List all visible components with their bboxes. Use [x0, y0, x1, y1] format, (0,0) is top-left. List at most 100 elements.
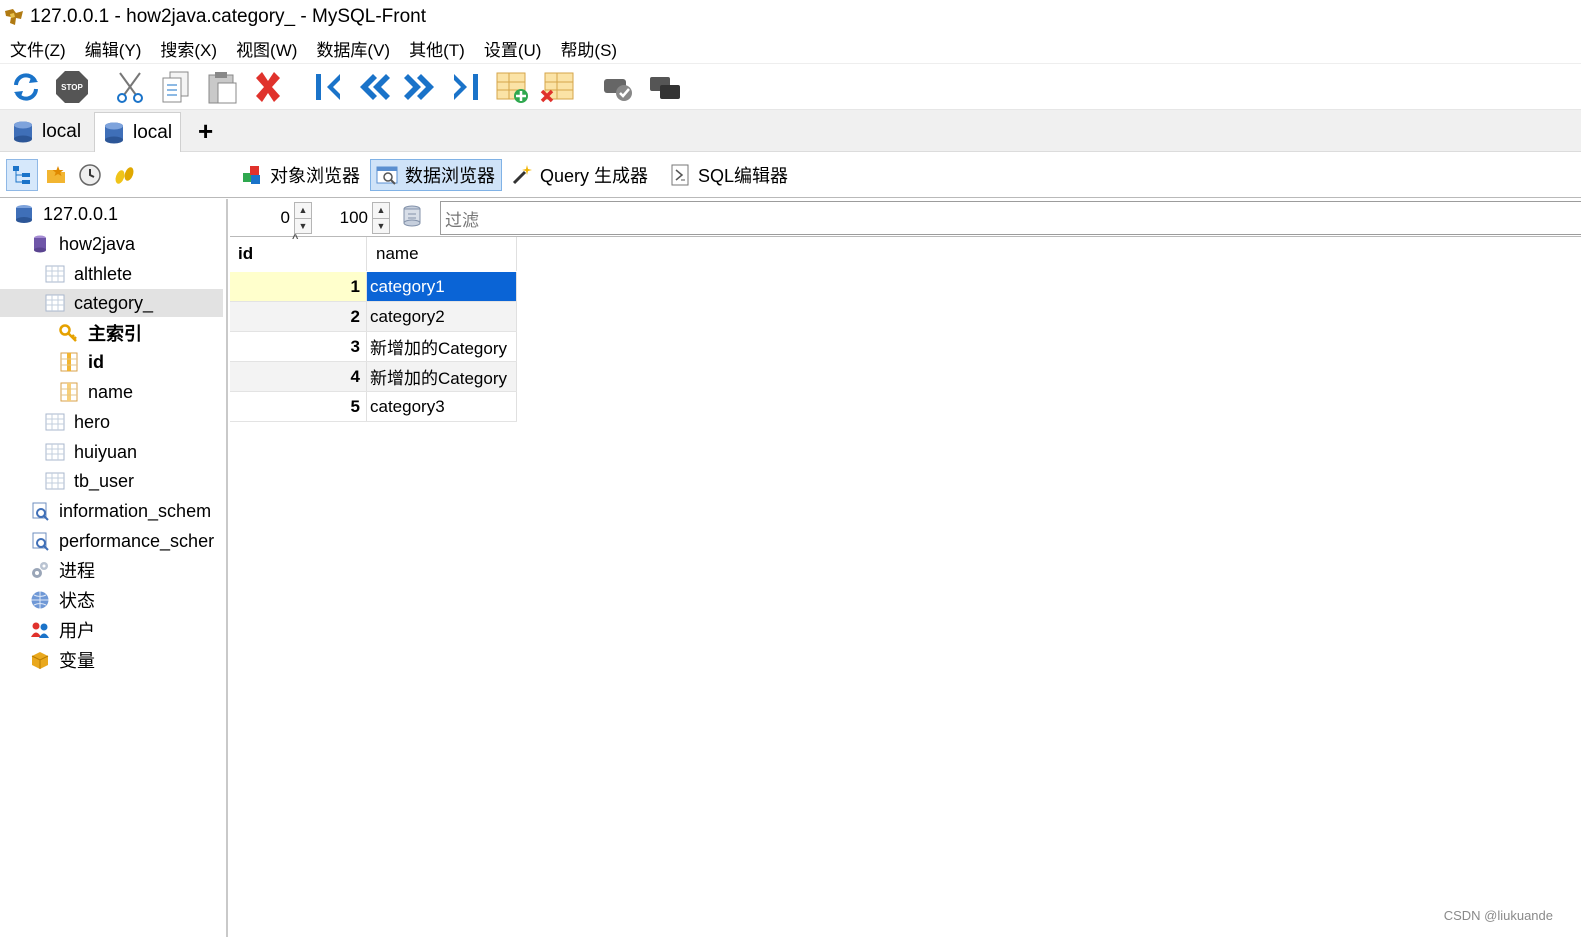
- history-button[interactable]: [74, 159, 106, 191]
- tree-node-label: 127.0.0.1: [43, 203, 119, 224]
- delete-row-button[interactable]: [538, 67, 578, 107]
- cut-button[interactable]: [110, 67, 150, 107]
- tree-node-primary-index[interactable]: 主索引: [59, 319, 142, 347]
- column-header-name[interactable]: name: [367, 237, 517, 271]
- delete-icon: [256, 71, 280, 102]
- cell-name[interactable]: 新增加的Category: [367, 332, 517, 361]
- tree-node-label: althlete: [74, 263, 133, 284]
- paste-button[interactable]: [202, 67, 242, 107]
- table-row[interactable]: 5 category3: [230, 392, 517, 422]
- data-browser-button[interactable]: 数据浏览器: [370, 159, 502, 191]
- table-icon: [45, 413, 65, 431]
- table-row[interactable]: 2 category2: [230, 302, 517, 332]
- tree-node-label: name: [88, 381, 134, 402]
- object-browser-button[interactable]: 对象浏览器: [236, 159, 366, 191]
- tree-node-performance-schema[interactable]: performance_scher: [30, 527, 214, 555]
- stop-button[interactable]: STOP: [52, 67, 92, 107]
- explorer-button[interactable]: [108, 159, 140, 191]
- query-builder-button[interactable]: Query 生成器: [506, 159, 654, 191]
- offset-arrows[interactable]: ▲ ▼: [294, 202, 312, 234]
- tree-node-label: information_schem: [59, 500, 212, 521]
- tree-node-host[interactable]: 127.0.0.1: [14, 200, 118, 228]
- last-record-button[interactable]: [446, 67, 486, 107]
- table-row[interactable]: 4 新增加的Category: [230, 362, 517, 392]
- tab-local-1[interactable]: local: [4, 112, 89, 152]
- tree-node-status[interactable]: 状态: [30, 586, 95, 614]
- tree-node-users[interactable]: 用户: [30, 616, 95, 644]
- limit-spinner[interactable]: 100 ▲ ▼: [316, 201, 390, 235]
- data-browser-label: 数据浏览器: [405, 166, 495, 186]
- first-record-icon: [316, 73, 340, 100]
- database-icon: [105, 122, 123, 143]
- filter-input[interactable]: 过滤: [440, 201, 1581, 235]
- tree-node-information-schema[interactable]: information_schem: [30, 497, 211, 525]
- table-icon: [45, 472, 65, 490]
- table-row[interactable]: 3 新增加的Category: [230, 332, 517, 362]
- spin-up-icon[interactable]: ▲: [373, 203, 389, 218]
- tree-node-label: how2java: [59, 233, 136, 254]
- post-icon: [604, 78, 632, 101]
- cell-id[interactable]: 2: [230, 302, 367, 331]
- spin-down-icon[interactable]: ▼: [295, 217, 311, 233]
- sql-editor-button[interactable]: SQL编辑器: [664, 159, 794, 191]
- table-row[interactable]: 1 category1: [230, 272, 517, 302]
- tree-node-processes[interactable]: 进程: [30, 556, 95, 584]
- offset-value[interactable]: 0: [230, 203, 294, 233]
- tree-node-table-category[interactable]: category_: [0, 289, 223, 317]
- menu-view[interactable]: 视图(W): [226, 34, 306, 64]
- cell-name[interactable]: category1: [367, 272, 517, 301]
- next-record-icon: [404, 73, 434, 100]
- post-button[interactable]: [598, 67, 638, 107]
- svg-text:STOP: STOP: [61, 83, 83, 92]
- insert-row-button[interactable]: [492, 67, 532, 107]
- limit-arrows[interactable]: ▲ ▼: [372, 202, 390, 234]
- cell-id[interactable]: 5: [230, 392, 367, 421]
- menu-file[interactable]: 文件(Z): [0, 34, 75, 64]
- spin-up-icon[interactable]: ▲: [295, 203, 311, 218]
- tree-node-table-tb-user[interactable]: tb_user: [45, 467, 134, 495]
- key-icon: [59, 324, 77, 342]
- tree-node-label: 进程: [59, 561, 95, 581]
- cell-name[interactable]: 新增加的Category: [367, 362, 517, 391]
- tree-node-field-id[interactable]: id: [59, 348, 104, 376]
- tree-node-field-name[interactable]: name: [59, 378, 133, 406]
- tree-node-database[interactable]: how2java: [30, 230, 135, 258]
- menu-database[interactable]: 数据库(V): [306, 34, 399, 64]
- tree-node-table-huiyuan[interactable]: huiyuan: [45, 438, 137, 466]
- limit-value[interactable]: 100: [316, 203, 372, 233]
- menu-other[interactable]: 其他(T): [399, 34, 474, 64]
- delete-button[interactable]: [248, 67, 288, 107]
- add-tab-button[interactable]: +: [198, 116, 213, 147]
- bookmarks-button[interactable]: [40, 159, 72, 191]
- menu-edit[interactable]: 编辑(Y): [75, 34, 151, 64]
- tree-node-label: id: [88, 351, 104, 372]
- column-header-label: id: [238, 244, 254, 263]
- cancel-button[interactable]: [644, 67, 684, 107]
- next-record-button[interactable]: [400, 67, 440, 107]
- tree-node-table-hero[interactable]: hero: [45, 408, 110, 436]
- cell-id[interactable]: 4: [230, 362, 367, 391]
- column-header-id[interactable]: id ^: [230, 233, 367, 271]
- sql-editor-icon: [671, 164, 689, 186]
- menu-help[interactable]: 帮助(S): [550, 34, 626, 64]
- offset-spinner[interactable]: 0 ▲ ▼: [230, 201, 312, 235]
- tree-node-table-althlete[interactable]: althlete: [45, 260, 132, 288]
- cell-name[interactable]: category3: [367, 392, 517, 421]
- refresh-button[interactable]: [6, 67, 46, 107]
- limit-toggle-icon[interactable]: [400, 204, 424, 230]
- cell-id[interactable]: 3: [230, 332, 367, 361]
- cell-name[interactable]: category2: [367, 302, 517, 331]
- cell-id[interactable]: 1: [230, 272, 367, 301]
- sort-ascending-icon: ^: [292, 233, 299, 245]
- menu-search[interactable]: 搜索(X): [150, 34, 226, 64]
- tab-local-2[interactable]: local: [94, 112, 182, 152]
- cut-icon: [117, 71, 143, 103]
- tree-node-variables[interactable]: 变量: [30, 646, 95, 674]
- first-record-button[interactable]: [308, 67, 348, 107]
- menu-settings[interactable]: 设置(U): [474, 34, 551, 64]
- folder-star-icon: [47, 166, 65, 183]
- previous-record-button[interactable]: [354, 67, 394, 107]
- spin-down-icon[interactable]: ▼: [373, 217, 389, 233]
- navigator-toggle-button[interactable]: [6, 159, 38, 191]
- copy-button[interactable]: [156, 67, 196, 107]
